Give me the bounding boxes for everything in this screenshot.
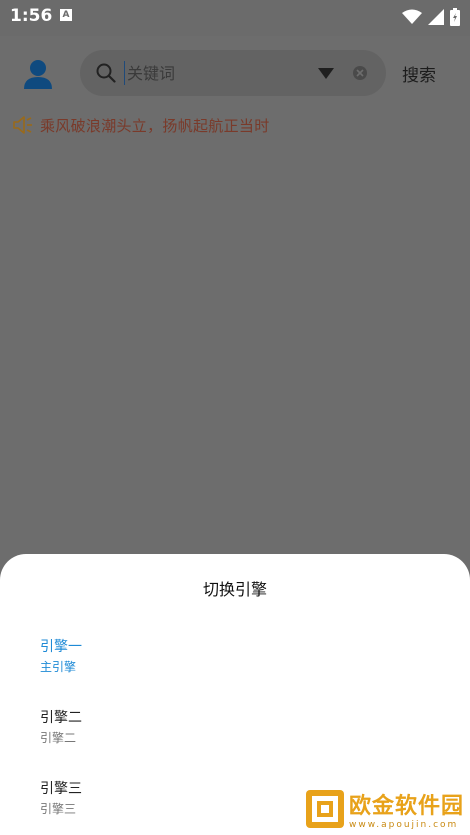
watermark-mark-icon [305, 790, 344, 828]
notice-bar: 乘风破浪潮头立，扬帆起航正当时 [12, 112, 270, 138]
speaker-icon [13, 116, 32, 134]
signal-icon [428, 9, 444, 25]
background-content-edge [466, 112, 470, 542]
watermark-text: 欧金软件园 [348, 794, 464, 819]
status-icons [402, 8, 460, 26]
clear-icon[interactable] [352, 65, 368, 81]
search-input[interactable] [124, 61, 307, 85]
engine-name: 引擎二 [40, 710, 82, 726]
search-icon [96, 63, 116, 83]
engine-option-1[interactable]: 引擎一 主引擎 [40, 638, 440, 675]
notification-a-icon: A [60, 9, 72, 21]
watermark-text-group: 欧金软件园 www.apoujin.com [349, 788, 464, 830]
status-time: 1:56 [10, 6, 53, 26]
search-bar[interactable] [80, 50, 386, 96]
status-bar: 1:56 A [0, 0, 470, 36]
notice-text: 乘风破浪潮头立，扬帆起航正当时 [40, 116, 270, 135]
battery-icon [450, 8, 460, 26]
watermark-url: www.apoujin.com [348, 820, 459, 830]
chevron-down-icon[interactable] [318, 68, 334, 79]
engine-option-2[interactable]: 引擎二 引擎二 [40, 709, 440, 746]
avatar-icon[interactable] [22, 58, 54, 90]
engine-name: 引擎一 [40, 639, 82, 655]
watermark-logo: 欧金软件园 www.apoujin.com [305, 788, 464, 830]
engine-desc: 引擎二 [40, 731, 77, 745]
wifi-icon [402, 9, 422, 24]
search-button[interactable]: 搜索 [402, 61, 436, 86]
sheet-title: 切换引擎 [202, 580, 267, 599]
engine-desc: 主引擎 [40, 660, 77, 674]
app-header: 搜索 [0, 36, 470, 112]
